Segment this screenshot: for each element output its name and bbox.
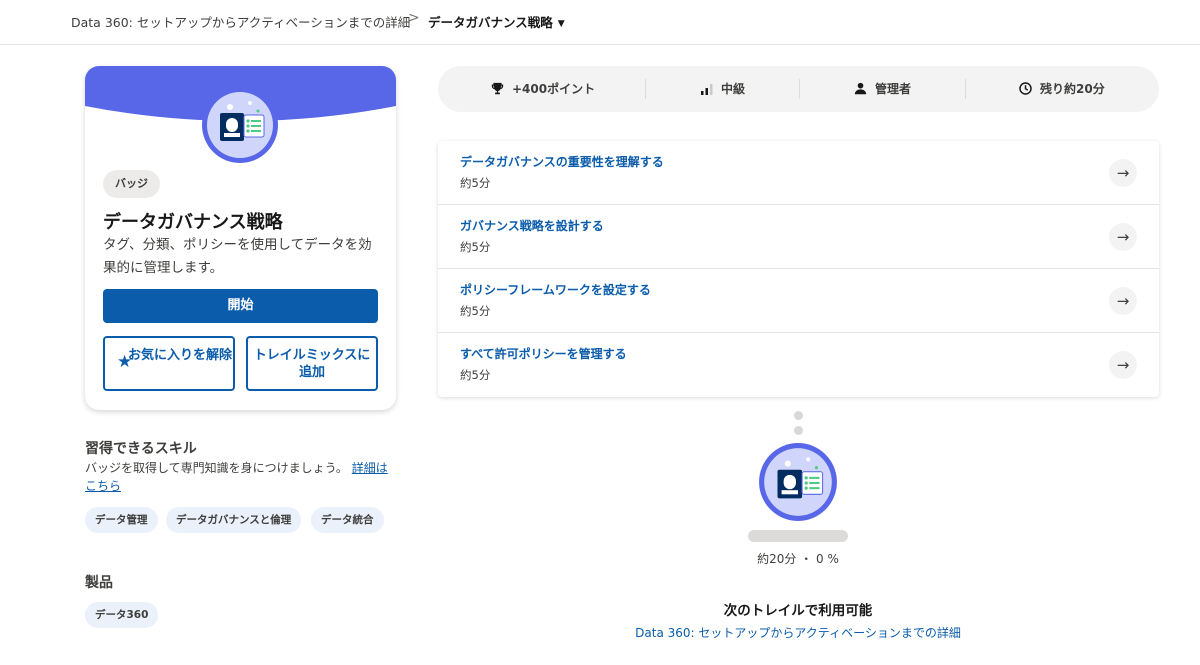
role-stat: 管理者 [854,66,911,112]
unit-title-link[interactable]: ポリシーフレームワークを設定する [460,281,651,298]
breadcrumb-parent-link[interactable]: Data 360: セットアップからアクティベーションまでの詳細 [71,12,410,31]
caret-down-icon: ▼ [557,19,565,29]
badge-card: バッジ データガバナンス戦略 タグ、分類、ポリシーを使用してデータを効果的に管理… [85,66,396,410]
arrow-right-icon[interactable]: → [1109,351,1137,379]
level-stat: 中級 [701,66,745,112]
product-chip[interactable]: データ360 [85,602,159,628]
chevron-right-icon: > [408,10,420,26]
time-stat-label: 残り約20分 [1040,82,1105,96]
unit-duration: 約5分 [460,368,491,382]
time-stat: 残り約20分 [1019,66,1105,112]
stat-divider [645,79,646,99]
next-trail-heading: 次のトレイルで利用可能 [723,603,873,619]
level-stat-label: 中級 [721,82,746,96]
add-to-trailmix-button[interactable]: トレイルミックスに追加 [246,336,378,391]
stat-divider [965,79,966,99]
unit-title-link[interactable]: すべて許可ポリシーを管理する [460,345,627,362]
badge-stats-bar: +400ポイント 中級 管理者 残り約20分 [438,66,1159,112]
stat-divider [799,79,800,99]
arrow-right-icon[interactable]: → [1109,287,1137,315]
unit-title-link[interactable]: ガバナンス戦略を設計する [460,217,604,234]
star-icon: ★ [117,352,133,372]
role-stat-label: 管理者 [875,82,912,96]
unit-list: データガバナンスの重要性を理解する 約5分 → ガバナンス戦略を設計する 約5分… [438,141,1159,397]
start-button[interactable]: 開始 [103,289,378,323]
skill-chip[interactable]: データガバナンスと倫理 [166,507,302,533]
points-stat-label: +400ポイント [512,82,596,96]
unit-duration: 約5分 [460,240,491,254]
trail-connector-dot [794,411,803,420]
skills-description-text: バッジを取得して専門知識を身につけましょう。 [85,461,348,475]
trail-badge-icon [759,443,837,521]
products-heading: 製品 [85,575,113,591]
unit-duration: 約5分 [460,176,491,190]
trail-progress-bar [748,530,848,542]
trophy-icon [491,82,504,95]
breadcrumb-current-label: データガバナンス戦略 [428,15,553,30]
breadcrumb-current[interactable]: データガバナンス戦略 ▼ [428,12,565,31]
arrow-right-icon[interactable]: → [1109,223,1137,251]
unit-title-link[interactable]: データガバナンスの重要性を理解する [460,153,664,170]
trail-progress-text: 約20分 ・ 0 % [757,552,839,566]
badge-title: データガバナンス戦略 [103,212,283,233]
breadcrumb-bar: Data 360: セットアップからアクティベーションまでの詳細 > データガバ… [0,0,1200,45]
unfavorite-button[interactable]: ★ お気に入りを解除 [103,336,235,391]
clock-icon [1019,82,1032,95]
arrow-right-icon[interactable]: → [1109,159,1137,187]
unit-row[interactable]: ポリシーフレームワークを設定する 約5分 → [438,269,1159,333]
trail-connector-dot [794,426,803,435]
skill-chip[interactable]: データ統合 [311,507,384,533]
next-trail-link[interactable]: Data 360: セットアップからアクティベーションまでの詳細 [598,624,998,641]
unit-duration: 約5分 [460,304,491,318]
points-stat: +400ポイント [491,66,595,112]
badge-type-pill: バッジ [103,170,160,198]
user-icon [854,82,867,95]
skills-description: バッジを取得して専門知識を身につけましょう。 詳細はこちら [85,459,390,495]
unit-row[interactable]: すべて許可ポリシーを管理する 約5分 → [438,333,1159,397]
unit-row[interactable]: ガバナンス戦略を設計する 約5分 → [438,205,1159,269]
badge-description: タグ、分類、ポリシーを使用してデータを効果的に管理します。 [103,237,372,276]
unit-row[interactable]: データガバナンスの重要性を理解する 約5分 → [438,141,1159,205]
skill-chip[interactable]: データ管理 [85,507,158,533]
signal-bars-icon [701,84,713,95]
skills-heading: 習得できるスキル [85,441,197,457]
badge-icon [202,87,278,163]
